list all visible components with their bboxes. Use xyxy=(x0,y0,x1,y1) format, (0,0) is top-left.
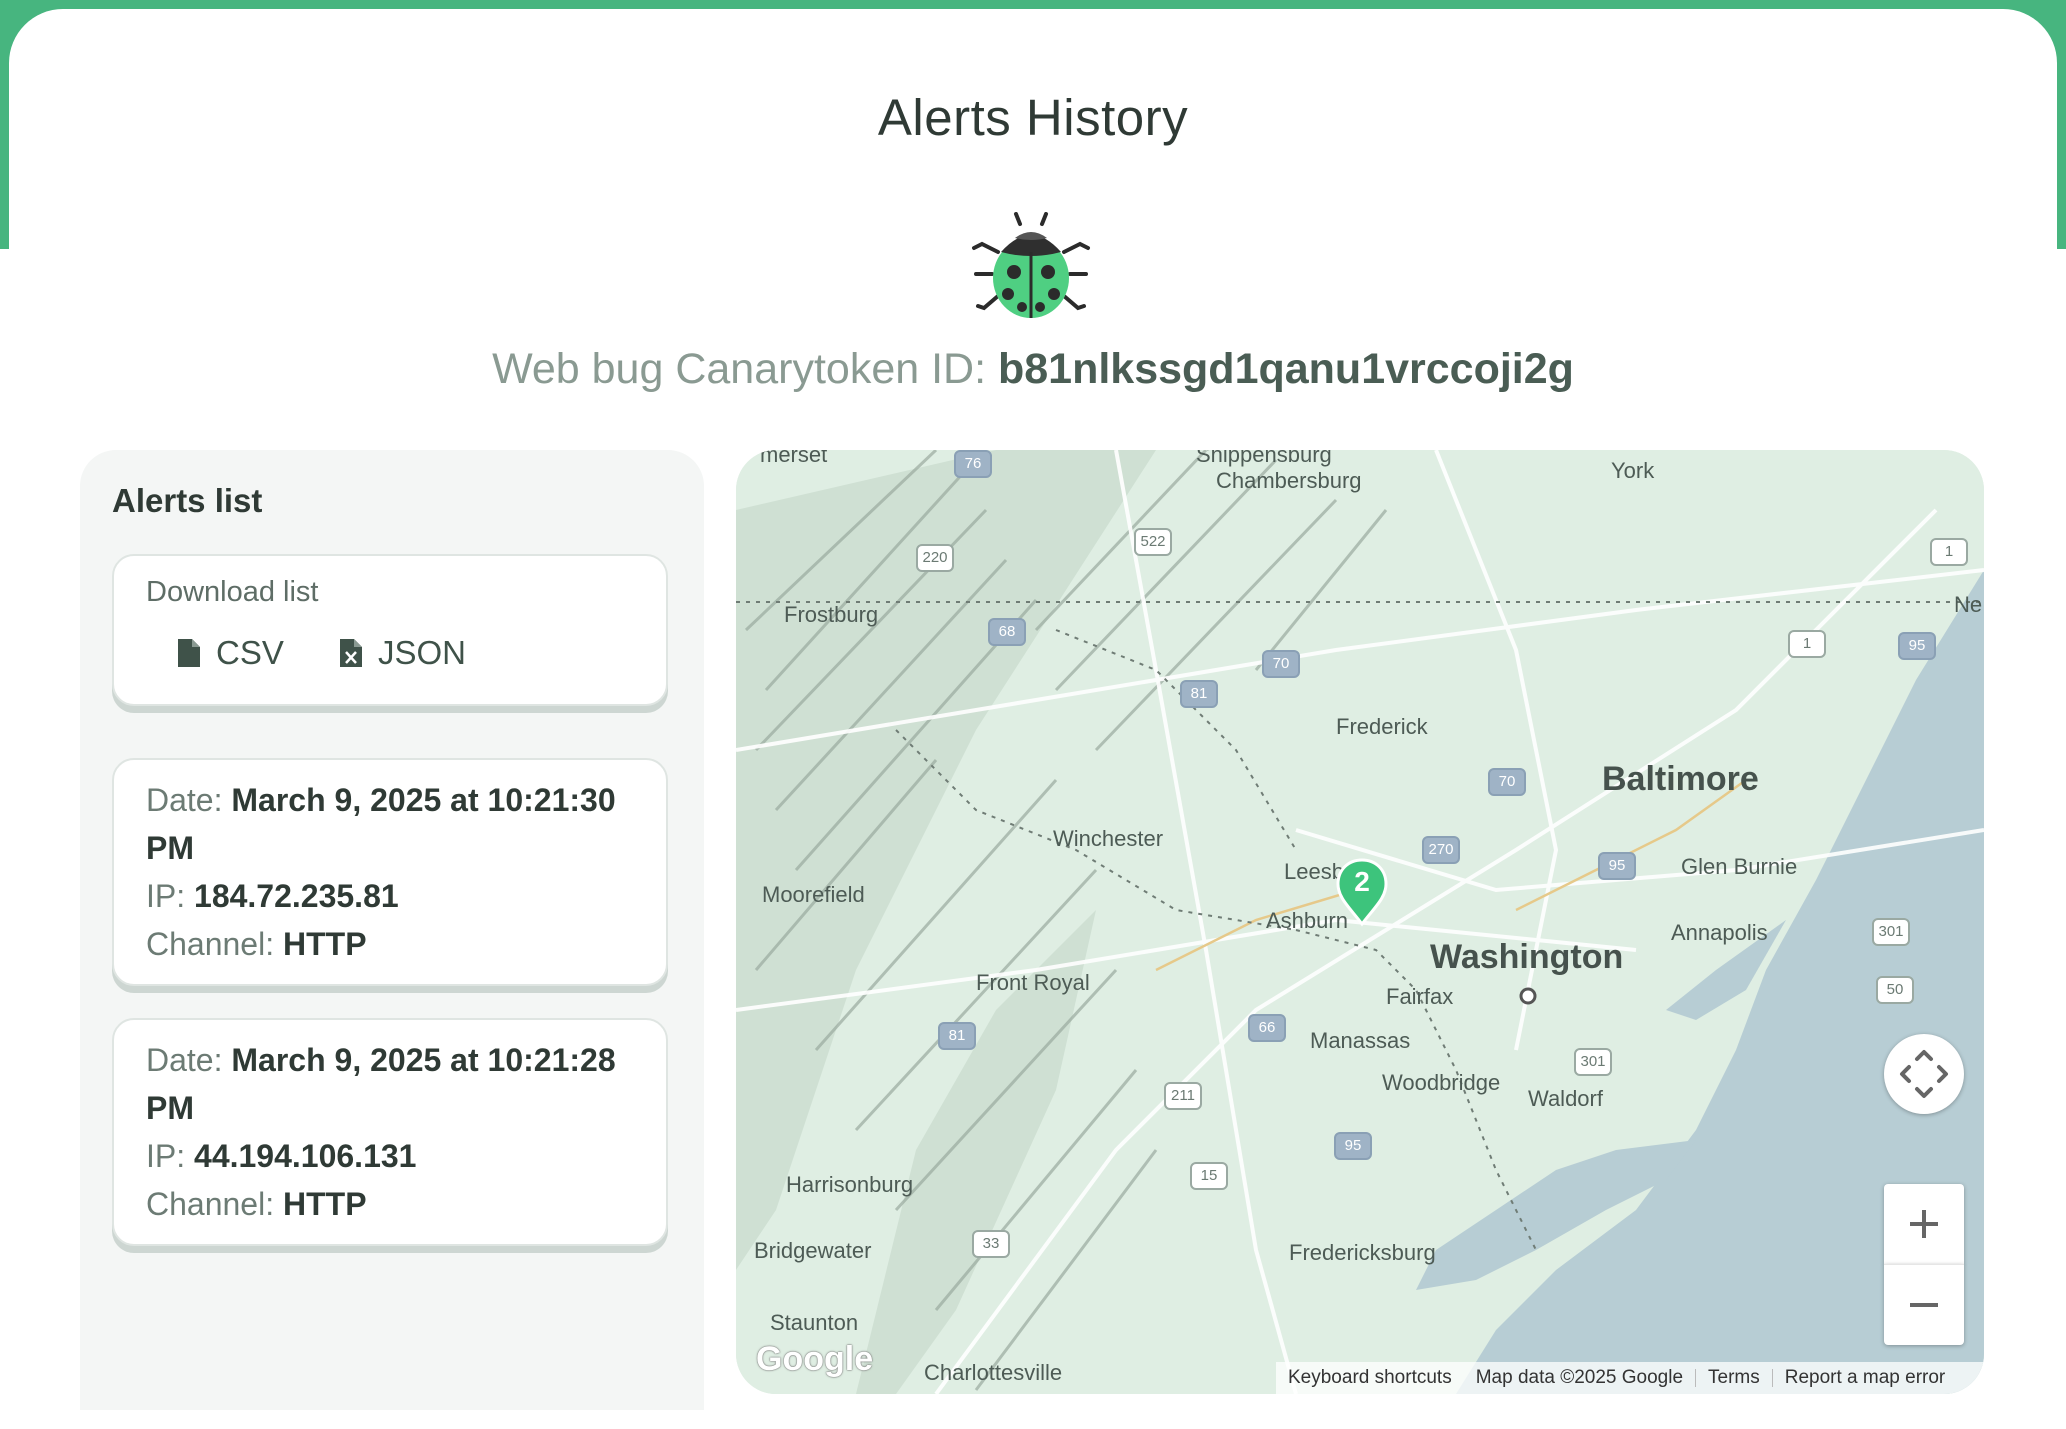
map-city-label: merset xyxy=(760,450,828,467)
alerts-heading: Alerts list xyxy=(112,482,263,519)
highway-shield: 50 xyxy=(1876,976,1914,1004)
token-id-value: b81nlkssgd1qanu1vrccoji2g xyxy=(997,345,1574,393)
download-json-label: JSON xyxy=(378,634,467,671)
map-city-label: Frostburg xyxy=(784,602,879,627)
map-city-label: Bridgewater xyxy=(754,1238,872,1263)
highway-shield: 76 xyxy=(954,450,992,478)
highway-shield: 220 xyxy=(916,544,954,572)
alerts-map[interactable]: merset Shippensburg Chambersburg York Ne… xyxy=(736,450,1984,1394)
map-city-label: Chambersburg xyxy=(1216,468,1362,493)
page-title: Alerts History xyxy=(877,89,1189,146)
map-city-label: Shippensburg xyxy=(1196,450,1332,467)
download-csv-label: CSV xyxy=(216,634,284,671)
map-city-label: York xyxy=(1611,458,1655,483)
alert-ip: IP: 44.194.106.131 xyxy=(146,1138,417,1174)
highway-shield: 33 xyxy=(972,1230,1010,1258)
highway-shield: 301 xyxy=(1872,918,1910,946)
map-data-text: Map data ©2025 Google xyxy=(1475,1367,1684,1388)
highway-shield: 270 xyxy=(1422,836,1460,864)
marker-count: 2 xyxy=(1354,866,1370,897)
alert-ip: IP: 184.72.235.81 xyxy=(146,878,399,914)
highway-shield: 81 xyxy=(938,1022,976,1050)
highway-shield: 1 xyxy=(1788,630,1826,658)
report-map-error-link[interactable]: Report a map error xyxy=(1773,1367,1958,1389)
map-city-label: Baltimore xyxy=(1602,760,1759,798)
highway-shield: 95 xyxy=(1898,632,1936,660)
map-city-label: Washington xyxy=(1430,938,1624,976)
alert-item[interactable]: Date: March 9, 2025 at 10:21:28 PM IP: 4… xyxy=(112,1018,668,1246)
download-list-box: Download list CSV JSON xyxy=(112,554,668,706)
highway-shield: 81 xyxy=(1180,680,1218,708)
file-excel-icon xyxy=(340,639,362,667)
map-city-label: Winchester xyxy=(1053,826,1164,851)
alert-channel: Channel: HTTP xyxy=(146,926,367,962)
map-city-label: Glen Burnie xyxy=(1681,854,1798,879)
map-city-label: Manassas xyxy=(1310,1028,1411,1053)
highway-shield: 15 xyxy=(1190,1162,1228,1190)
highway-shield: 70 xyxy=(1262,650,1300,678)
map-city-label: Waldorf xyxy=(1528,1086,1603,1111)
map-cluster-marker[interactable]: 2 xyxy=(1336,858,1388,928)
highway-shield: 301 xyxy=(1574,1048,1612,1076)
map-city-label: Leesb xyxy=(1284,859,1344,884)
keyboard-shortcuts-link[interactable]: Keyboard shortcuts xyxy=(1276,1367,1464,1389)
map-city-label: Charlottesville xyxy=(924,1360,1063,1385)
download-csv-link[interactable]: CSV xyxy=(176,634,284,672)
plus-icon xyxy=(1910,1210,1938,1238)
alert-item[interactable]: Date: March 9, 2025 at 10:21:30 PM IP: 1… xyxy=(112,758,668,986)
highway-shield: 70 xyxy=(1488,768,1526,796)
zoom-out-button[interactable] xyxy=(1884,1264,1964,1345)
highway-shield: 211 xyxy=(1164,1082,1202,1110)
zoom-in-button[interactable] xyxy=(1884,1184,1964,1264)
alerts-panel: Alerts list Download list CSV JSON Date:… xyxy=(80,450,704,1410)
map-city-label: Ne xyxy=(1954,592,1983,617)
file-icon xyxy=(178,639,200,667)
map-city-label: Fairfax xyxy=(1386,984,1454,1009)
map-pan-control[interactable] xyxy=(1884,1034,1964,1114)
highway-shield: 95 xyxy=(1334,1132,1372,1160)
alert-date: Date: March 9, 2025 at 10:21:30 PM xyxy=(146,782,616,866)
download-list-label: Download list xyxy=(146,576,319,608)
map-city-label: Moorefield xyxy=(762,882,865,907)
highway-shield: 1 xyxy=(1930,538,1968,566)
map-city-label: Front Royal xyxy=(976,970,1090,995)
map-city-label: Frederick xyxy=(1336,714,1428,739)
alert-channel: Channel: HTTP xyxy=(146,1186,367,1222)
download-json-link[interactable]: JSON xyxy=(338,634,466,672)
pan-arrows-icon xyxy=(1900,1050,1948,1098)
minus-icon xyxy=(1910,1303,1938,1307)
highway-shield: 68 xyxy=(988,618,1026,646)
map-city-label: Fredericksburg xyxy=(1289,1240,1436,1265)
map-city-label: Harrisonburg xyxy=(786,1172,914,1197)
token-id-label: Web bug Canarytoken ID: xyxy=(492,345,998,393)
terms-link[interactable]: Terms xyxy=(1696,1367,1772,1389)
token-id-line: Web bug Canarytoken ID: b81nlkssgd1qanu1… xyxy=(0,345,2066,394)
map-city-label: Staunton xyxy=(770,1310,859,1335)
alert-date: Date: March 9, 2025 at 10:21:28 PM xyxy=(146,1042,616,1126)
highway-shield: 66 xyxy=(1248,1014,1286,1042)
map-city-label: Woodbridge xyxy=(1382,1070,1501,1095)
ladybug-icon xyxy=(972,212,1090,318)
google-logo: Google xyxy=(756,1340,874,1378)
highway-shield: 95 xyxy=(1598,852,1636,880)
highway-shield: 522 xyxy=(1134,528,1172,556)
map-attribution-bar: Keyboard shortcuts Map data ©2025 Google… xyxy=(1276,1362,1984,1394)
map-city-label: Annapolis xyxy=(1671,920,1768,945)
